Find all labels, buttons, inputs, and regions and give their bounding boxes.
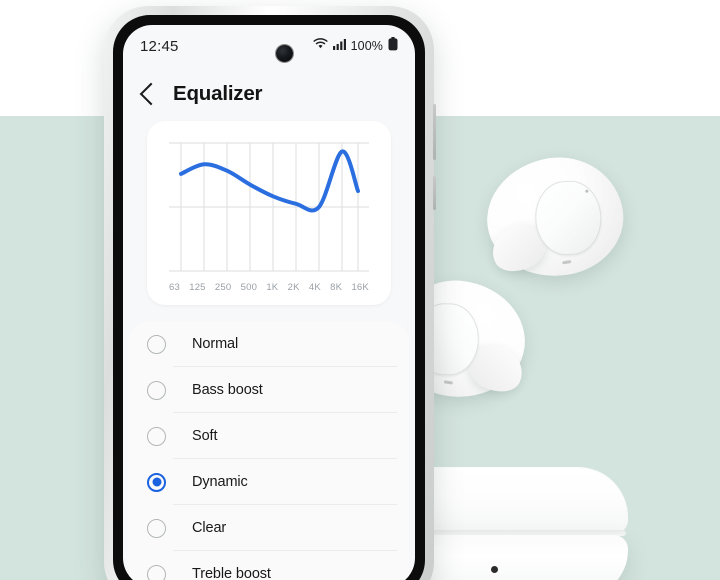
battery-icon — [388, 36, 398, 56]
radio-button[interactable] — [147, 334, 166, 354]
preset-row[interactable]: Normal — [129, 321, 409, 367]
wifi-icon — [313, 37, 328, 55]
radio-button[interactable] — [147, 518, 166, 538]
equalizer-preset-list: Normal Bass boost Soft Dynamic Clear Treble b… — [129, 321, 409, 580]
axis-label-63: 63 — [169, 282, 180, 293]
earbud-right — [478, 148, 632, 286]
axis-label-500: 500 — [240, 282, 258, 293]
status-clock: 12:45 — [140, 37, 179, 55]
status-indicators: 100% — [313, 36, 398, 56]
preset-row[interactable]: Soft — [129, 413, 409, 459]
radio-button[interactable] — [147, 380, 166, 400]
charging-case-led-indicator — [491, 566, 498, 573]
preset-row[interactable]: Clear — [129, 505, 409, 551]
preset-row[interactable]: Treble boost — [129, 551, 409, 580]
radio-button[interactable] — [147, 564, 166, 580]
preset-label: Dynamic — [192, 474, 248, 490]
status-bar: 12:45 100% — [123, 25, 415, 67]
equalizer-axis-labels: 63 125 250 500 1K 2K 4K 8K 16K — [147, 282, 391, 293]
axis-label-1k: 1K — [266, 282, 279, 293]
axis-label-125: 125 — [189, 282, 206, 293]
equalizer-graph-card[interactable]: 63 125 250 500 1K 2K 4K 8K 16K — [147, 121, 391, 305]
axis-label-4k: 4K — [308, 282, 321, 293]
preset-label: Soft — [192, 428, 218, 444]
preset-label: Normal — [192, 336, 239, 352]
phone-screen: 12:45 100% Equalizer 63 125 250 500 1K 2… — [123, 25, 415, 580]
preset-row[interactable]: Bass boost — [129, 367, 409, 413]
back-chevron-icon — [139, 82, 163, 106]
preset-label: Bass boost — [192, 382, 263, 398]
axis-label-2k: 2K — [287, 282, 300, 293]
smartphone-mockup: 12:45 100% Equalizer 63 125 250 500 1K 2… — [104, 6, 436, 580]
preset-label: Clear — [192, 520, 227, 536]
cellular-signal-icon — [332, 37, 346, 55]
equalizer-curve-chart[interactable] — [147, 121, 391, 305]
back-button[interactable] — [139, 71, 163, 117]
axis-label-16k: 16K — [351, 282, 369, 293]
equalizer-response-curve — [179, 149, 360, 213]
radio-button[interactable] — [147, 426, 166, 446]
preset-row[interactable]: Dynamic — [129, 459, 409, 505]
radio-button-selected[interactable] — [147, 472, 166, 492]
screenshot-stage: 12:45 100% Equalizer 63 125 250 500 1K 2… — [0, 0, 720, 580]
axis-label-250: 250 — [214, 282, 232, 293]
volume-button[interactable] — [433, 104, 436, 160]
battery-percentage-label: 100% — [350, 39, 383, 53]
page-title: Equalizer — [173, 82, 263, 105]
axis-label-8k: 8K — [330, 282, 343, 293]
power-button[interactable] — [433, 176, 436, 210]
preset-label: Treble boost — [192, 566, 271, 580]
app-bar: Equalizer — [123, 71, 415, 117]
